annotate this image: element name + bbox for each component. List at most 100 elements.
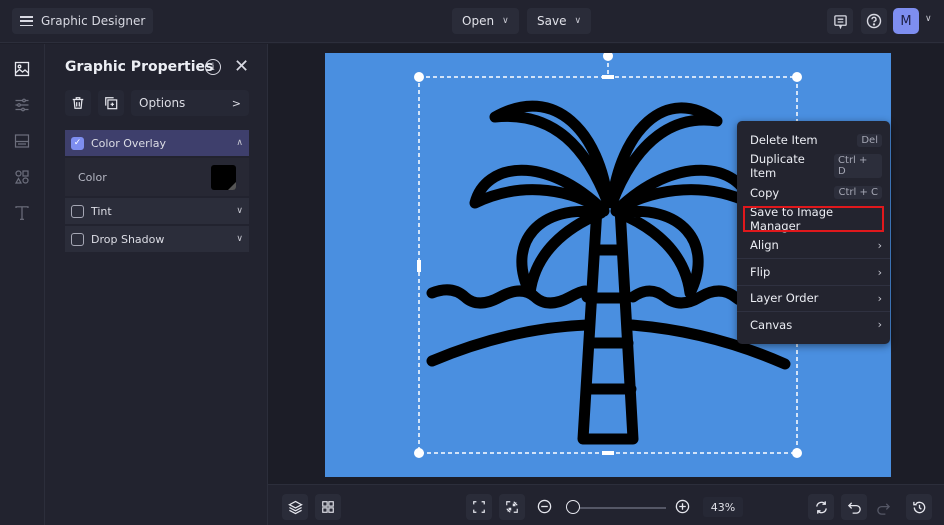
- minus-circle-icon: [537, 499, 552, 514]
- fit-to-screen-button[interactable]: [466, 494, 492, 520]
- zoom-in-button[interactable]: [675, 499, 690, 518]
- tool-rail: [0, 44, 45, 525]
- options-button[interactable]: Options >: [131, 90, 249, 116]
- undo-icon: [847, 501, 861, 514]
- image-icon: [14, 61, 30, 77]
- chevron-right-icon: >: [231, 96, 241, 110]
- options-label: Options: [139, 96, 186, 110]
- adjustments-icon: [15, 98, 29, 112]
- rail-item-layout[interactable]: [12, 131, 32, 151]
- duplicate-icon: [105, 97, 118, 110]
- history-icon: [912, 501, 925, 513]
- zoom-level-input[interactable]: 43%: [703, 497, 743, 517]
- open-label: Open: [462, 14, 495, 28]
- collapse-icon: [506, 501, 518, 513]
- chevron-down-icon[interactable]: ∨: [236, 206, 243, 216]
- color-overlay-checkbox[interactable]: ✓: [71, 136, 84, 150]
- menu-item-label: Canvas: [750, 317, 793, 332]
- menu-item-copy[interactable]: Copy Ctrl + C: [737, 180, 890, 206]
- section-label: Color Overlay: [91, 136, 166, 150]
- comment-icon: [833, 14, 847, 29]
- help-icon: [866, 13, 882, 29]
- shapes-icon: [14, 170, 29, 184]
- plus-circle-icon: [675, 499, 690, 514]
- duplicate-button[interactable]: [98, 90, 124, 116]
- text-icon: [15, 206, 29, 220]
- layers-icon: [287, 500, 303, 514]
- section-label: Drop Shadow: [91, 232, 165, 246]
- panel-title: Graphic Properties: [65, 59, 214, 75]
- graphic-properties-panel: Graphic Properties i ✕ Options > ✓ Color…: [45, 44, 268, 525]
- history-button[interactable]: [906, 494, 932, 520]
- zoom-slider-thumb[interactable]: [565, 500, 580, 514]
- menu-item-save-to-image-manager[interactable]: Save to Image Manager: [743, 205, 884, 234]
- menu-item-canvas[interactable]: Canvas ›: [737, 311, 890, 337]
- delete-button[interactable]: [65, 90, 91, 116]
- save-menu-button[interactable]: Save ∨: [527, 8, 592, 34]
- menu-item-label: Duplicate Item: [750, 152, 805, 181]
- chevron-down-icon[interactable]: ∨: [236, 234, 243, 244]
- menu-item-label: Copy: [750, 185, 780, 200]
- section-drop-shadow[interactable]: Drop Shadow ∨: [65, 226, 249, 252]
- drop-shadow-checkbox[interactable]: [71, 232, 84, 246]
- rail-item-text[interactable]: [12, 203, 32, 223]
- info-icon[interactable]: i: [205, 59, 221, 75]
- shrink-button[interactable]: [499, 494, 525, 520]
- hamburger-icon: [20, 16, 33, 26]
- menu-item-flip[interactable]: Flip ›: [737, 258, 890, 284]
- comments-button[interactable]: [827, 8, 853, 34]
- chevron-down-icon: ∨: [502, 16, 509, 26]
- section-tint[interactable]: Tint ∨: [65, 198, 249, 224]
- menu-item-label: Save to Image Manager: [750, 205, 834, 234]
- refresh-icon: [815, 500, 827, 514]
- trash-icon: [72, 97, 84, 109]
- menu-item-delete[interactable]: Delete Item Del: [737, 127, 890, 153]
- chevron-right-icon: ›: [877, 238, 882, 252]
- avatar-initial: M: [900, 13, 912, 29]
- user-avatar[interactable]: M: [893, 8, 919, 34]
- bottom-toolbar: 43%: [268, 484, 944, 525]
- chevron-up-icon[interactable]: ∧: [236, 138, 243, 148]
- color-row: Color: [65, 158, 249, 196]
- chevron-right-icon: ›: [877, 318, 882, 332]
- reset-button[interactable]: [808, 494, 834, 520]
- chevron-right-icon: ›: [877, 265, 882, 279]
- grid-icon: [322, 501, 334, 513]
- menu-item-label: Layer Order: [750, 291, 819, 306]
- shortcut-hint: Del: [857, 133, 882, 147]
- chevron-down-icon: ∨: [574, 16, 582, 26]
- zoom-out-button[interactable]: [537, 499, 552, 518]
- open-menu-button[interactable]: Open ∨: [452, 8, 519, 34]
- account-chevron-down-icon[interactable]: ∨: [925, 14, 932, 24]
- save-label: Save: [537, 14, 567, 28]
- zoom-slider-track[interactable]: [568, 507, 666, 509]
- redo-button[interactable]: [876, 501, 891, 520]
- close-icon[interactable]: ✕: [234, 56, 249, 77]
- layout-icon: [14, 134, 30, 148]
- redo-icon: [877, 503, 891, 515]
- menu-item-align[interactable]: Align ›: [737, 232, 890, 258]
- shortcut-hint: Ctrl + D: [834, 154, 882, 179]
- app-menu-button[interactable]: Graphic Designer: [12, 8, 154, 34]
- layers-button[interactable]: [282, 494, 308, 520]
- grid-button[interactable]: [315, 494, 341, 520]
- menu-item-duplicate[interactable]: Duplicate Item Ctrl + D: [737, 152, 890, 181]
- rail-item-adjustments[interactable]: [12, 95, 32, 115]
- section-color-overlay[interactable]: ✓ Color Overlay ∧: [65, 130, 249, 156]
- shortcut-hint: Ctrl + C: [834, 186, 882, 200]
- app-title: Graphic Designer: [41, 14, 146, 28]
- menu-item-layer-order[interactable]: Layer Order ›: [737, 284, 890, 311]
- help-button[interactable]: [861, 8, 887, 34]
- chevron-right-icon: ›: [877, 291, 882, 305]
- undo-button[interactable]: [841, 494, 867, 520]
- rail-item-graphics[interactable]: [12, 59, 32, 79]
- context-menu: Delete Item Del Duplicate Item Ctrl + D …: [737, 121, 890, 344]
- rail-item-elements[interactable]: [12, 167, 32, 187]
- menu-item-label: Flip: [750, 265, 771, 280]
- tint-checkbox[interactable]: [71, 204, 84, 218]
- menu-item-label: Delete Item: [750, 133, 818, 148]
- color-label: Color: [78, 170, 107, 184]
- expand-icon: [473, 501, 485, 513]
- top-bar: Graphic Designer Open ∨ Save ∨ M ∨: [0, 0, 944, 43]
- color-swatch[interactable]: [211, 164, 236, 190]
